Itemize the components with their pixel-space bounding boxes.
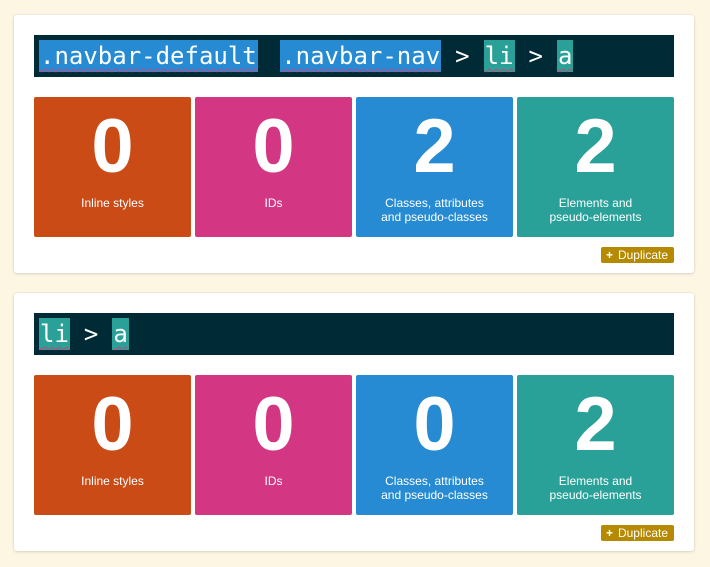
selector-input[interactable]: li > a (34, 313, 674, 355)
elements-label: Elements and pseudo-elements (549, 196, 642, 224)
selector-input[interactable]: .navbar-default .navbar-nav > li > a (34, 35, 674, 77)
classes-count: 2 (413, 104, 456, 189)
ids-tile: 0 IDs (195, 97, 352, 237)
ids-tile: 0 IDs (195, 375, 352, 515)
inline-styles-count: 0 (91, 382, 134, 467)
ids-count: 0 (252, 104, 295, 189)
elements-tile: 2 Elements and pseudo-elements (517, 375, 674, 515)
duplicate-label: Duplicate (617, 526, 668, 540)
selector-combinator: > (455, 42, 470, 70)
selector-combinator: > (83, 320, 99, 348)
elements-label: Elements and pseudo-elements (549, 474, 642, 502)
inline-styles-label: Inline styles (81, 474, 144, 488)
ids-label: IDs (264, 474, 283, 488)
plus-icon: + (605, 248, 613, 262)
elements-count: 2 (574, 382, 617, 467)
classes-tile: 0 Classes, attributes and pseudo-classes (356, 375, 513, 515)
selector-token-element: a (112, 318, 129, 350)
specificity-card: .navbar-default .navbar-nav > li > a 0 Inlin… (14, 15, 694, 273)
classes-label: Classes, attributes and pseudo-classes (381, 196, 488, 224)
selector-combinator: > (528, 42, 543, 70)
duplicate-button[interactable]: + Duplicate (600, 525, 674, 541)
inline-styles-tile: 0 Inline styles (34, 375, 191, 515)
selector-token-element: a (556, 40, 574, 72)
ids-label: IDs (264, 196, 283, 210)
selector-space (258, 42, 272, 70)
duplicate-button[interactable]: + Duplicate (600, 247, 674, 263)
specificity-card: li > a 0 Inline styles 0 IDs 0 Classes, at… (14, 293, 694, 551)
specificity-tiles: 0 Inline styles 0 IDs 0 Classes, attribu… (34, 375, 674, 515)
selector-token-class: .navbar-nav (280, 40, 442, 72)
classes-tile: 2 Classes, attributes and pseudo-classes (356, 97, 513, 237)
specificity-tiles: 0 Inline styles 0 IDs 2 Classes, attribu… (34, 97, 674, 237)
duplicate-label: Duplicate (617, 248, 668, 262)
selector-token-element: li (39, 318, 70, 350)
elements-count: 2 (574, 104, 617, 189)
selector-token-element: li (483, 40, 515, 72)
selector-token-class: .navbar-default (39, 40, 258, 72)
plus-icon: + (605, 526, 613, 540)
classes-count: 0 (413, 382, 456, 467)
inline-styles-label: Inline styles (81, 196, 144, 210)
inline-styles-count: 0 (91, 104, 134, 189)
inline-styles-tile: 0 Inline styles (34, 97, 191, 237)
elements-tile: 2 Elements and pseudo-elements (517, 97, 674, 237)
classes-label: Classes, attributes and pseudo-classes (381, 474, 488, 502)
ids-count: 0 (252, 382, 295, 467)
